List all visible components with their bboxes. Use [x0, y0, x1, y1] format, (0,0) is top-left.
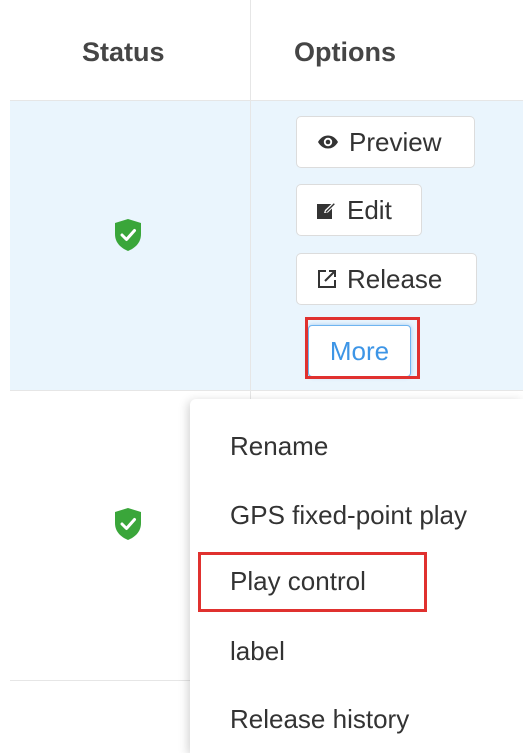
column-header-options: Options: [294, 37, 396, 67]
more-dropdown-menu: Rename GPS fixed-point play Play control…: [190, 399, 523, 753]
edit-icon: [317, 201, 337, 219]
eye-icon: [318, 135, 338, 149]
menu-item-release-history[interactable]: Release history: [230, 704, 409, 735]
preview-button[interactable]: Preview: [296, 116, 475, 168]
more-button[interactable]: More: [308, 325, 411, 377]
release-button-label: Release: [347, 263, 443, 294]
status-shield-icon: [115, 219, 141, 251]
status-shield-icon: [115, 508, 141, 540]
menu-item-play-control[interactable]: Play control: [230, 566, 366, 597]
menu-item-rename[interactable]: Rename: [230, 431, 328, 462]
preview-button-label: Preview: [349, 126, 442, 157]
more-button-label: More: [329, 335, 390, 366]
column-header-status: Status: [82, 37, 165, 67]
menu-item-gps-fixed-point-play[interactable]: GPS fixed-point play: [230, 500, 467, 531]
release-button[interactable]: Release: [296, 253, 477, 305]
menu-item-label[interactable]: label: [230, 636, 285, 667]
table-header: Status Options: [10, 0, 523, 101]
edit-button[interactable]: Edit: [296, 184, 422, 236]
external-link-icon: [318, 270, 336, 288]
edit-button-label: Edit: [347, 194, 392, 225]
